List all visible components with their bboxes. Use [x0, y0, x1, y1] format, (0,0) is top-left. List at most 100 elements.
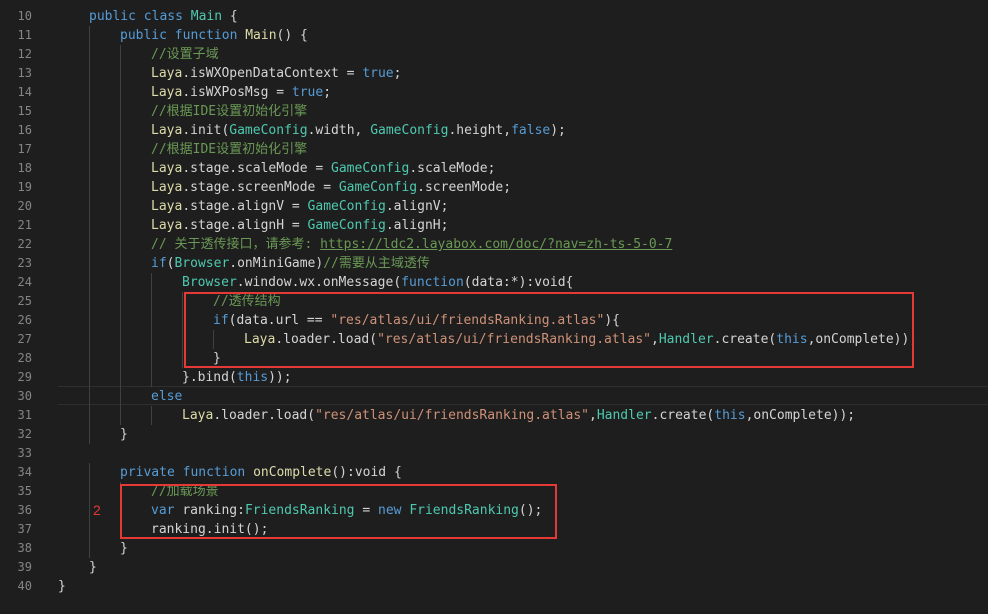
- indent-guide: [120, 64, 121, 83]
- line-number: 30: [17, 389, 32, 403]
- indent-guide: [120, 83, 121, 102]
- code-token: .init(: [182, 123, 230, 138]
- code-token: Main: [245, 28, 277, 43]
- indent-guide: [120, 292, 121, 311]
- indent-guide: [120, 102, 121, 121]
- code-text: Laya.init(GameConfig.width, GameConfig.h…: [151, 121, 566, 140]
- code-token: ,onComplete));: [745, 408, 856, 423]
- line-number: 21: [17, 218, 32, 232]
- indent-guide: [89, 121, 90, 140]
- line-number: 15: [17, 104, 32, 118]
- code-line[interactable]: 40}: [0, 577, 988, 596]
- code-token: public function: [120, 28, 246, 43]
- indent-guide: [151, 406, 152, 425]
- code-token: Laya: [151, 199, 183, 214]
- code-line[interactable]: 31 Laya.loader.load("res/atlas/ui/friends…: [0, 406, 988, 425]
- line-number: 33: [17, 446, 32, 460]
- code-line[interactable]: 38}: [0, 539, 988, 558]
- code-token: function: [401, 275, 464, 290]
- code-line[interactable]: 39}: [0, 558, 988, 577]
- indent-guide: [120, 387, 121, 406]
- code-token: Main: [190, 9, 223, 24]
- code-line[interactable]: 32}: [0, 425, 988, 444]
- indent-guide: [151, 292, 152, 311]
- code-token: .width,: [307, 123, 371, 138]
- code-line[interactable]: 30 else: [0, 387, 988, 406]
- line-number: 34: [17, 465, 32, 479]
- code-token: {: [222, 9, 238, 24]
- line-number: 38: [17, 541, 32, 555]
- code-line[interactable]: 20 Laya.stage.alignV = GameConfig.alignV;: [0, 197, 988, 216]
- code-token: ,: [589, 408, 597, 423]
- indent-guide: [120, 273, 121, 292]
- code-token: //设置子域: [151, 47, 219, 62]
- indent-guide: [182, 311, 183, 330]
- code-line[interactable]: 34 private function onComplete():void {: [0, 463, 988, 482]
- indent-guide: [89, 330, 90, 349]
- code-line[interactable]: 10 public class Main {: [0, 7, 988, 26]
- code-token: .isWXOpenDataContext =: [182, 66, 363, 81]
- indent-guide: [182, 349, 183, 368]
- code-text: public class Main {: [89, 7, 238, 26]
- code-line[interactable]: 15 //根据IDE设置初始化引擎: [0, 102, 988, 121]
- code-line[interactable]: 12 //设置子域: [0, 45, 988, 64]
- code-text: Browser.window.wx.onMessage(function(dat…: [182, 273, 573, 292]
- indent-guide: [89, 501, 90, 520]
- indent-guide: [89, 45, 90, 64]
- code-text: public function Main() {: [120, 26, 308, 45]
- line-number: 25: [17, 294, 32, 308]
- code-line[interactable]: 16 Laya.init(GameConfig.width, GameConfig…: [0, 121, 988, 140]
- code-token: Laya: [151, 161, 183, 176]
- indent-guide: [89, 64, 90, 83]
- line-number: 19: [17, 180, 32, 194]
- code-line[interactable]: 11 public function Main() {: [0, 26, 988, 45]
- code-line[interactable]: 33: [0, 444, 988, 463]
- code-text: //根据IDE设置初始化引擎: [151, 140, 307, 159]
- code-token: true: [291, 85, 324, 100]
- indent-guide: [89, 159, 90, 178]
- indent-guide: [89, 273, 90, 292]
- indent-guide: [120, 121, 121, 140]
- code-line[interactable]: 22 // 关于透传接口，请参考: https://ldc2.layabox.co…: [0, 235, 988, 254]
- indent-guide: [89, 26, 90, 45]
- line-number: 28: [17, 351, 32, 365]
- code-token: onComplete: [253, 465, 332, 480]
- code-token: "res/atlas/ui/friendsRanking.atlas": [315, 408, 589, 423]
- code-token: .stage.screenMode =: [182, 180, 339, 195]
- indent-guide: [89, 292, 90, 311]
- indent-guide: [120, 349, 121, 368]
- line-number: 14: [17, 85, 32, 99]
- line-number: 17: [17, 142, 32, 156]
- code-text: //设置子域: [151, 45, 219, 64]
- indent-guide: [89, 197, 90, 216]
- code-line[interactable]: 21 Laya.stage.alignH = GameConfig.alignH;: [0, 216, 988, 235]
- code-token: (data:*):void{: [463, 275, 574, 290]
- code-line[interactable]: 19 Laya.stage.screenMode = GameConfig.scr…: [0, 178, 988, 197]
- code-text: }: [89, 558, 97, 577]
- code-line[interactable]: 23 if(Browser.onMiniGame)//需要从主域透传: [0, 254, 988, 273]
- code-token: () {: [276, 28, 308, 43]
- code-line[interactable]: 18 Laya.stage.scaleMode = GameConfig.scal…: [0, 159, 988, 178]
- code-token: true: [362, 66, 394, 81]
- code-token: .window.wx.onMessage(: [236, 275, 402, 290]
- line-number: 40: [17, 579, 32, 593]
- code-token: https://ldc2.layabox.com/doc/?nav=zh-ts-…: [320, 237, 673, 252]
- indent-guide: [120, 235, 121, 254]
- code-token: Handler: [596, 408, 652, 423]
- code-line[interactable]: 13 Laya.isWXOpenDataContext = true;: [0, 64, 988, 83]
- code-text: Laya.loader.load("res/atlas/ui/friendsRa…: [182, 406, 855, 425]
- code-line[interactable]: 29}.bind(this));: [0, 368, 988, 387]
- line-number: 27: [17, 332, 32, 346]
- code-token: }: [58, 579, 66, 594]
- code-line[interactable]: 14 Laya.isWXPosMsg = true;: [0, 83, 988, 102]
- code-token: ;: [393, 66, 402, 81]
- indent-guide: [89, 463, 90, 482]
- code-line[interactable]: 24 Browser.window.wx.onMessage(function(d…: [0, 273, 988, 292]
- code-token: .scaleMode;: [409, 161, 496, 176]
- code-token: .isWXPosMsg =: [182, 85, 292, 100]
- code-line[interactable]: 17 //根据IDE设置初始化引擎: [0, 140, 988, 159]
- indent-guide: [120, 45, 121, 64]
- code-token: .height,: [448, 123, 512, 138]
- line-number: 26: [17, 313, 32, 327]
- indent-guide: [89, 482, 90, 501]
